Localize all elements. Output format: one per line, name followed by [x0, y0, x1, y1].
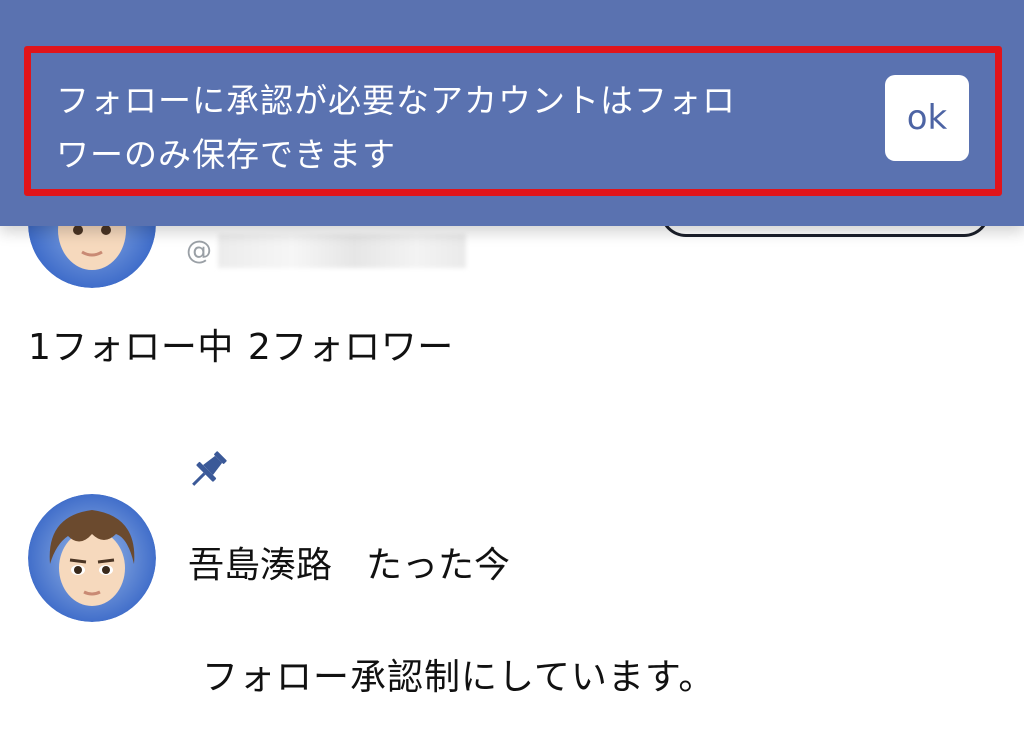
ok-button[interactable]: ok — [885, 75, 969, 161]
notification-banner: フォローに承認が必要なアカウントはフォロ ワーのみ保存できます ok — [0, 0, 1024, 226]
follow-stats: 1フォロー中 2フォロワー — [28, 318, 454, 370]
following-count[interactable]: 1フォロー中 — [28, 327, 234, 368]
handle-prefix: @ — [186, 236, 212, 266]
banner-message-line2: ワーのみ保存できます — [56, 135, 396, 174]
banner-message: フォローに承認が必要なアカウントはフォロ ワーのみ保存できます — [56, 74, 846, 182]
post-timestamp: たった今 — [366, 545, 511, 586]
pin-icon — [184, 446, 232, 494]
post-author-name[interactable]: 吾島湊路 — [188, 545, 332, 586]
followers-count[interactable]: 2フォロワー — [248, 327, 454, 368]
profile-handle: @ — [186, 234, 466, 268]
post-body: フォロー承認制にしています。 — [202, 657, 716, 698]
post-header: 吾島湊路 たった今 — [188, 536, 510, 588]
banner-message-line1: フォローに承認が必要なアカウントはフォロ — [56, 81, 736, 120]
handle-redacted — [218, 234, 466, 268]
post-author-avatar[interactable] — [28, 494, 156, 622]
